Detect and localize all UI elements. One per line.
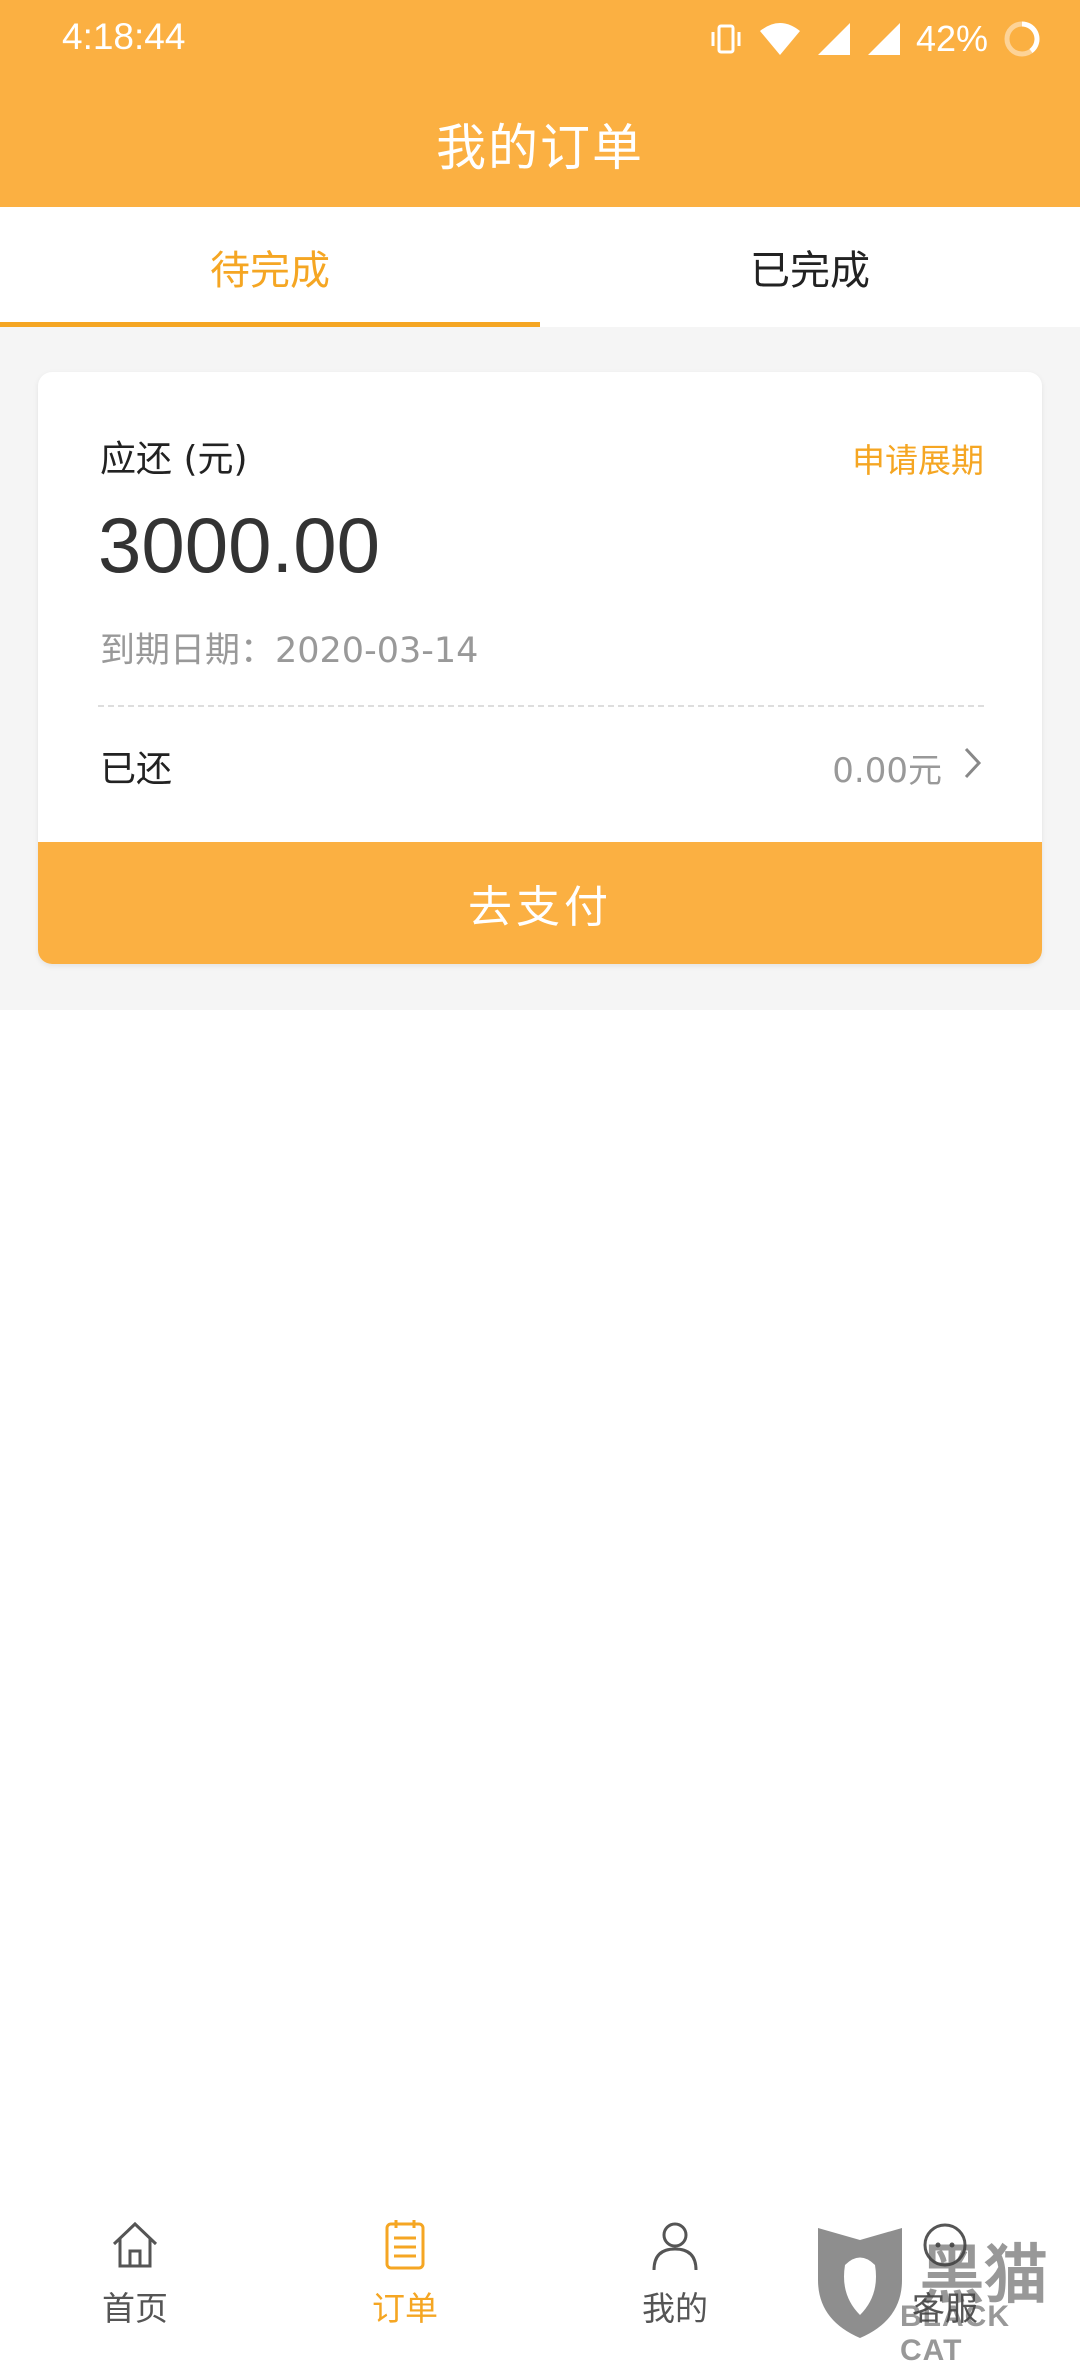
order-list-icon [378, 2218, 432, 2276]
order-tabs: 待完成 已完成 [0, 207, 1080, 327]
battery-ring-icon [1002, 19, 1042, 59]
user-icon [648, 2218, 702, 2276]
battery-percent: 42% [915, 18, 988, 59]
amount-due-label: 应还 (元) [100, 439, 248, 480]
nav-home[interactable]: 首页 [0, 2200, 270, 2340]
status-time: 4:18:44 [62, 16, 186, 57]
amount-due-value: 3000.00 [98, 501, 380, 589]
nav-orders[interactable]: 订单 [270, 2200, 540, 2340]
status-icons: 42% [708, 14, 1042, 64]
page-title: 我的订单 [436, 119, 644, 177]
vibrate-icon [708, 21, 744, 57]
blackcat-watermark: 黑猫 BLACK CAT [800, 2220, 1080, 2367]
signal-icon-2 [866, 21, 902, 57]
tab-pending[interactable]: 待完成 [0, 207, 540, 327]
paid-label: 已还 [100, 749, 173, 790]
nav-mine-label: 我的 [642, 2289, 708, 2328]
paid-value: 0.00元 [832, 751, 942, 791]
apply-extension-link[interactable]: 申请展期 [852, 434, 984, 482]
signal-icon [816, 21, 852, 57]
due-date: 到期日期：2020-03-14 [100, 631, 479, 671]
paid-row[interactable]: 已还 0.00元 [38, 705, 1042, 813]
tab-completed[interactable]: 已完成 [540, 207, 1080, 327]
watermark-sub: BLACK CAT [900, 2300, 1010, 2367]
pay-button[interactable]: 去支付 [38, 842, 1042, 964]
home-icon [108, 2218, 162, 2276]
status-bar: 4:18:44 42% [0, 0, 1080, 80]
app-header: 4:18:44 42% 我的订单 [0, 0, 1080, 207]
nav-orders-label: 订单 [372, 2289, 438, 2328]
chevron-right-icon [962, 745, 984, 785]
order-card: 应还 (元) 申请展期 3000.00 到期日期：2020-03-14 已还 0… [38, 372, 1042, 964]
wifi-icon [758, 21, 802, 57]
nav-home-label: 首页 [102, 2289, 168, 2328]
nav-mine[interactable]: 我的 [540, 2200, 810, 2340]
